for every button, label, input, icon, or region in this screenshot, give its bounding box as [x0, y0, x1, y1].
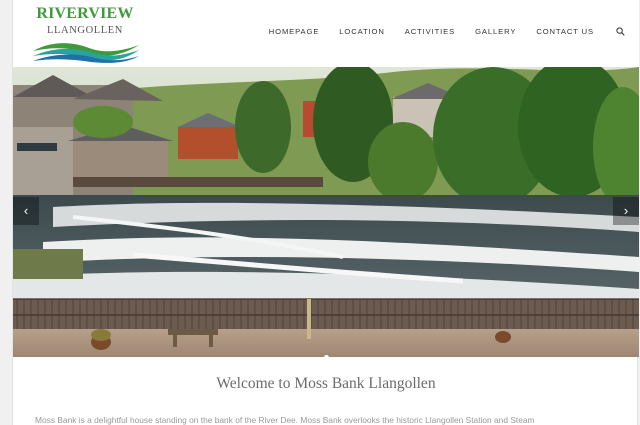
slider-dot[interactable] [323, 355, 329, 357]
nav-homepage[interactable]: HOMEPAGE [269, 27, 320, 36]
nav-activities[interactable]: ACTIVITIES [405, 27, 455, 36]
nav-contact-us[interactable]: CONTACT US [536, 27, 594, 36]
chevron-left-icon: ‹ [23, 203, 29, 218]
page: RIVERVIEW LLANGOLLEN HOMEPAGE LOCATION A… [12, 0, 639, 425]
logo-subtitle: LLANGOLLEN [47, 25, 123, 36]
main-nav: HOMEPAGE LOCATION ACTIVITIES GALLERY CON… [269, 27, 625, 36]
site-header: RIVERVIEW LLANGOLLEN HOMEPAGE LOCATION A… [13, 0, 639, 67]
logo-waves-icon [33, 43, 139, 63]
chevron-right-icon: › [623, 203, 629, 218]
hero-slider[interactable]: ‹ › [13, 67, 639, 357]
hero-image [13, 67, 639, 357]
slider-pagination [13, 347, 639, 357]
nav-gallery[interactable]: GALLERY [475, 27, 516, 36]
logo-title: RIVERVIEW [36, 5, 134, 22]
intro-text: Moss Bank is a delightful house standing… [35, 415, 535, 425]
nav-location[interactable]: LOCATION [339, 27, 384, 36]
page-title: Welcome to Moss Bank Llangollen [216, 375, 436, 392]
site-logo[interactable]: RIVERVIEW LLANGOLLEN [29, 5, 141, 63]
search-icon[interactable] [616, 27, 625, 36]
slider-next-button[interactable]: › [613, 197, 639, 225]
slider-prev-button[interactable]: ‹ [13, 197, 39, 225]
